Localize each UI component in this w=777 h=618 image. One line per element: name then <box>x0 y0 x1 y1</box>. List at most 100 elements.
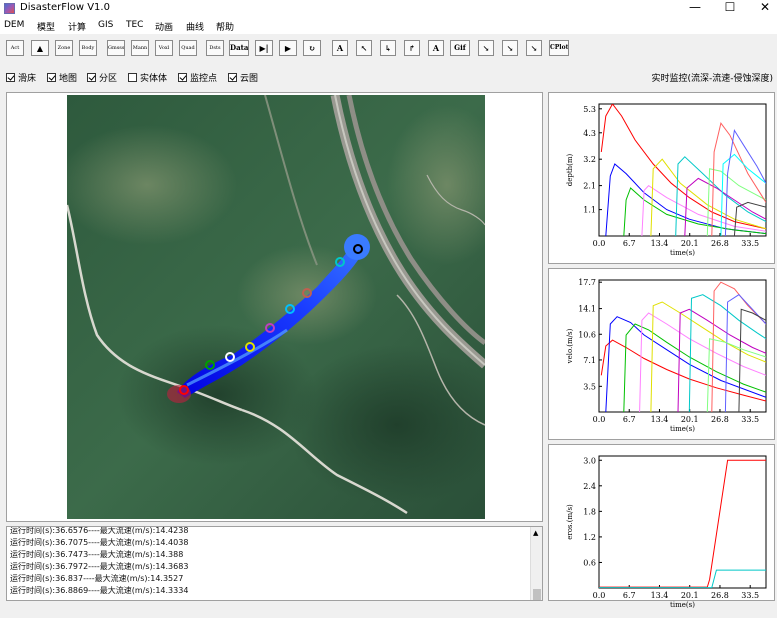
layer-zone-checkbox[interactable]: 分区 <box>87 71 117 84</box>
x-tick-label: 26.8 <box>711 591 729 600</box>
play-icon[interactable]: ▶ <box>279 40 297 56</box>
x-tick-label: 6.7 <box>623 591 636 600</box>
x-tick-label: 0.0 <box>593 415 606 424</box>
text-tool-2-icon[interactable]: A <box>428 40 444 56</box>
scroll-thumb[interactable] <box>533 589 541 600</box>
log-line: 运行时间(s):36.7972----最大流速(m/s):14.3683 <box>10 562 189 571</box>
erosion-chart-panel: 0.0 6.7 13.4 20.1 26.8 33.5 0.6 1.2 1.8 2.4 3.0 tim… <box>548 444 775 609</box>
y-axis-label: depth(m) <box>566 153 574 186</box>
tool-terrain-button[interactable]: ▲ <box>31 40 49 56</box>
plot-frame <box>598 455 767 589</box>
layer-contour-checkbox[interactable]: 云图 <box>228 71 258 84</box>
menu-dem[interactable]: DEM <box>4 20 24 30</box>
tool-cplot-button[interactable]: CPlot <box>549 40 569 56</box>
checkbox-checked-icon[interactable] <box>87 73 96 82</box>
menu-model[interactable]: 模型 <box>37 20 55 33</box>
y-tick-label: 7.1 <box>583 356 596 365</box>
chart-depth-icon[interactable]: ↘ <box>478 40 494 56</box>
y-tick-label: 2.4 <box>583 482 596 491</box>
step-play-icon[interactable]: ▶| <box>255 40 273 56</box>
y-tick-label: 10.6 <box>578 330 596 339</box>
checkbox-checked-icon[interactable] <box>178 73 187 82</box>
x-tick-label: 33.5 <box>741 591 759 600</box>
x-tick-label: 6.7 <box>623 239 636 248</box>
log-line: 运行时间(s):36.7075----最大流速(m/s):14.4038 <box>10 538 189 547</box>
menu-animation[interactable]: 动画 <box>155 20 173 33</box>
arrow-downleft-icon[interactable]: ↳ <box>380 40 396 56</box>
scroll-up-icon[interactable]: ▲ <box>533 529 538 537</box>
refresh-icon[interactable]: ↻ <box>303 40 321 56</box>
layer-body-checkbox[interactable]: 实体体 <box>128 71 167 84</box>
layer-slide-bed-checkbox[interactable]: 滑床 <box>6 71 36 84</box>
menu-bar: DEM 模型 计算 GIS TEC 动画 曲线 帮助 <box>0 17 777 34</box>
x-tick-label: 20.1 <box>681 415 699 424</box>
text-tool-icon[interactable]: A <box>332 40 348 56</box>
map-view[interactable] <box>6 92 543 522</box>
y-tick-label: 3.5 <box>583 382 596 391</box>
debris-flow-source <box>344 234 370 260</box>
x-tick-label: 13.4 <box>651 415 669 424</box>
chart-velocity-icon[interactable]: ↘ <box>502 40 518 56</box>
menu-tec[interactable]: TEC <box>126 20 143 30</box>
velocity-chart-panel: 0.0 6.7 13.4 20.1 26.8 33.5 3.5 7.1 10.6 14.1 17.7… <box>548 268 775 440</box>
menu-gis[interactable]: GIS <box>98 20 113 30</box>
monitor-title: 实时监控(流深-流速-侵蚀深度) <box>651 74 773 84</box>
erosion-chart: 0.0 6.7 13.4 20.1 26.8 33.5 0.6 1.2 1.8 2.4 3.0 tim… <box>566 455 767 609</box>
satellite-map-image[interactable] <box>67 95 485 519</box>
arrow-upleft-icon[interactable]: ↖ <box>356 40 372 56</box>
tool-zone-button[interactable]: Zone <box>55 40 73 56</box>
minimize-button[interactable]: — <box>677 0 713 17</box>
layer-zone-label: 分区 <box>99 74 118 84</box>
tool-voxl-button[interactable]: Voxl <box>155 40 173 56</box>
menu-curve[interactable]: 曲线 <box>186 20 204 33</box>
depth-chart: 0.0 6.7 13.4 20.1 26.8 33.5 1.1 2.1 3.2 4.3 5.3 tim… <box>566 103 767 257</box>
tool-quad-button[interactable]: Quad <box>179 40 197 56</box>
velocity-chart: 0.0 6.7 13.4 20.1 26.8 33.5 3.5 7.1 10.6 14.1 17.7… <box>566 278 767 433</box>
y-axis-label: velo.(m/s) <box>566 328 574 364</box>
layer-map-checkbox[interactable]: 地图 <box>47 71 77 84</box>
x-tick-label: 13.4 <box>651 239 669 248</box>
y-axis-label: eros.(m/s) <box>566 504 574 540</box>
tool-body-button[interactable]: Body <box>79 40 97 56</box>
layer-map-label: 地图 <box>59 74 78 84</box>
x-axis-label: time(s) <box>670 601 695 609</box>
x-axis-label: time(s) <box>670 249 695 257</box>
window-title: DisasterFlow V1.0 <box>20 2 110 13</box>
tool-mann-button[interactable]: Mann <box>131 40 149 56</box>
tool-dsts-button[interactable]: Dsts <box>206 40 224 56</box>
x-tick-label: 33.5 <box>741 415 759 424</box>
layer-monitor-label: 监控点 <box>190 74 218 84</box>
x-axis-label: time(s) <box>670 425 695 433</box>
menu-help[interactable]: 帮助 <box>216 20 234 33</box>
layer-monitor-checkbox[interactable]: 监控点 <box>178 71 217 84</box>
tool-gmsss-button[interactable]: Gmsss <box>107 40 125 56</box>
x-tick-label: 6.7 <box>623 415 636 424</box>
app-logo-icon <box>4 3 15 14</box>
log-scrollbar[interactable]: ▲ <box>530 527 542 600</box>
tool-act-button[interactable]: Act <box>6 40 24 56</box>
maximize-button[interactable]: ☐ <box>712 0 748 17</box>
layer-slide-bed-label: 滑床 <box>18 74 37 84</box>
log-line: 运行时间(s):36.7473----最大流速(m/s):14.388 <box>10 550 184 559</box>
y-tick-label: 0.6 <box>583 558 596 567</box>
y-tick-label: 5.3 <box>583 105 596 114</box>
checkbox-checked-icon[interactable] <box>6 73 15 82</box>
arrow-upright-icon[interactable]: ↱ <box>404 40 420 56</box>
y-tick-label: 1.2 <box>583 533 596 542</box>
checkbox-checked-icon[interactable] <box>228 73 237 82</box>
menu-compute[interactable]: 计算 <box>68 20 86 33</box>
x-tick-label: 26.8 <box>711 239 729 248</box>
chart-erosion-icon[interactable]: ↘ <box>526 40 542 56</box>
tool-gif-button[interactable]: Gif <box>450 40 470 56</box>
log-line: 运行时间(s):36.837----最大流速(m/s):14.3527 <box>10 574 184 583</box>
y-tick-label: 2.1 <box>583 182 596 191</box>
checkbox-unchecked-icon[interactable] <box>128 73 137 82</box>
close-button[interactable]: ✕ <box>747 0 777 17</box>
x-tick-label: 33.5 <box>741 239 759 248</box>
tool-data-button[interactable]: Data <box>229 40 249 56</box>
checkbox-checked-icon[interactable] <box>47 73 56 82</box>
layer-contour-label: 云图 <box>240 74 259 84</box>
log-line: 运行时间(s):36.8869----最大流速(m/s):14.3334 <box>10 586 189 595</box>
depth-chart-panel: 0.0 6.7 13.4 20.1 26.8 33.5 1.1 2.1 3.2 4.3 5.3 tim… <box>548 92 775 264</box>
log-output[interactable]: 运行时间(s):36.6576----最大流速(m/s):14.4238 运行时… <box>6 526 543 601</box>
